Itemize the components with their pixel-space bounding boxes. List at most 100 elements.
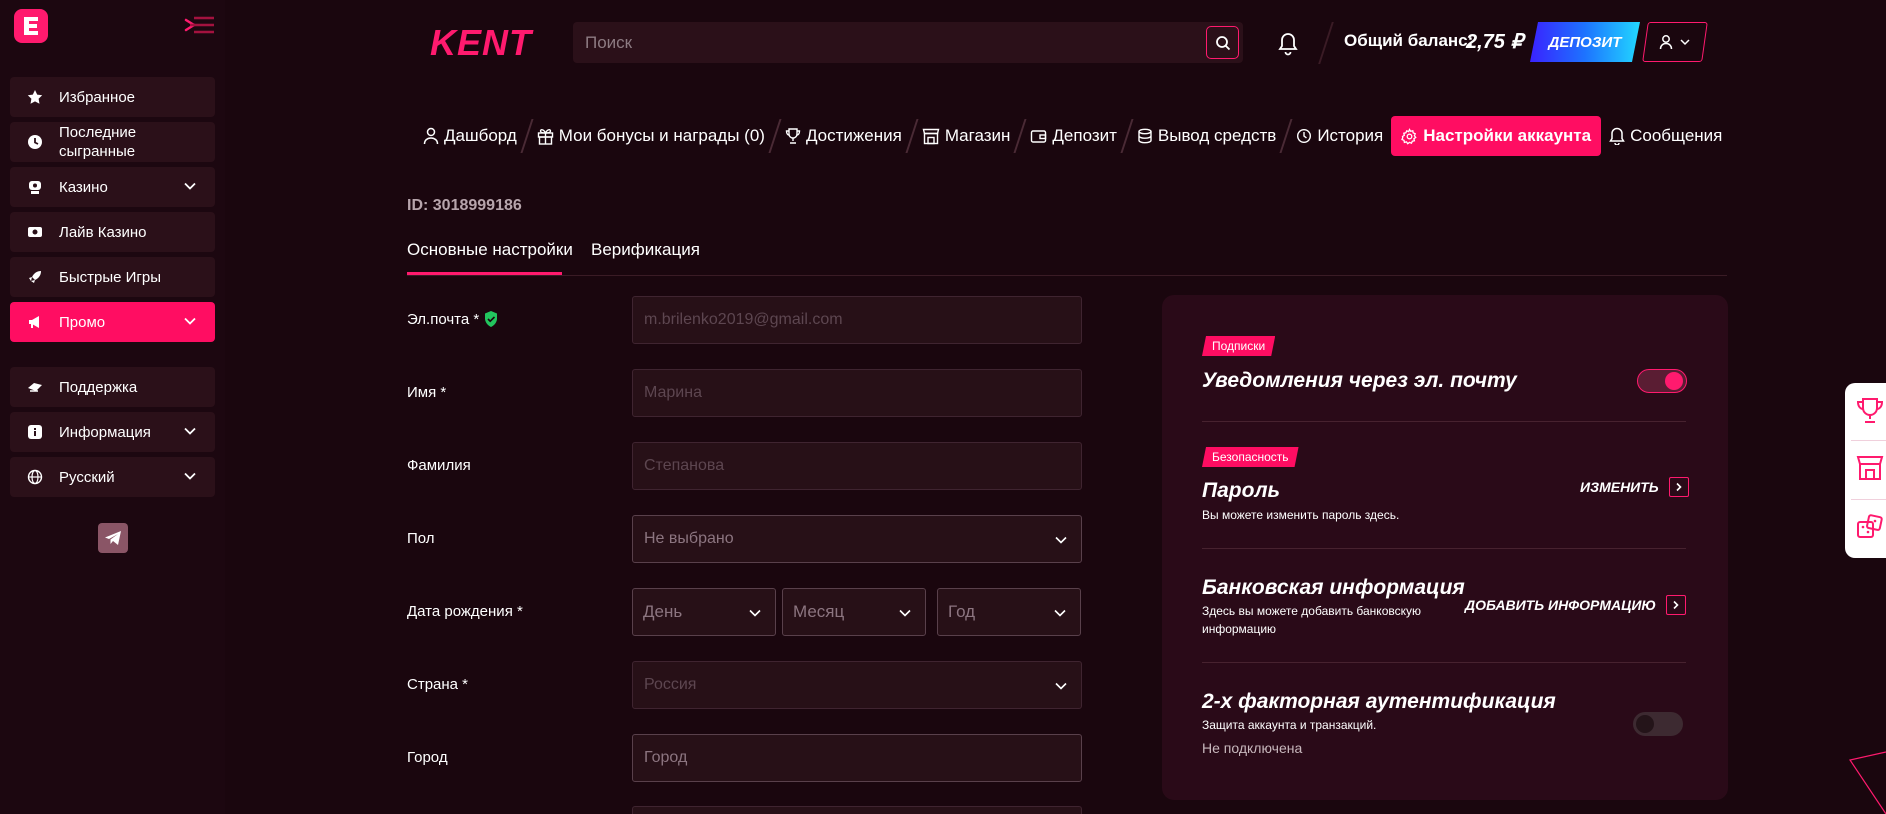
search-button[interactable]	[1206, 26, 1239, 59]
nav-label: Вывод средств	[1157, 126, 1277, 145]
gender-value: Не выбрано	[644, 530, 734, 547]
city-label-text: Город	[407, 749, 448, 766]
star-icon	[26, 88, 44, 106]
password-title: Пароль	[1202, 479, 1280, 502]
nav-withdraw[interactable]: Вывод средств	[1129, 116, 1284, 156]
brand-logo[interactable]	[14, 9, 48, 43]
trophy-icon[interactable]	[1855, 395, 1885, 425]
telegram-icon	[105, 531, 121, 545]
security-badge-text: Безопасность	[1212, 450, 1289, 464]
city-field[interactable]: Город	[632, 734, 1082, 782]
sidebar-item-label: Быстрые Игры	[59, 268, 162, 286]
next-field-partial[interactable]	[632, 806, 1082, 814]
sidebar-item-label: Избранное	[59, 88, 136, 106]
country-label: Страна *	[407, 676, 468, 693]
notifications-bell-icon[interactable]	[1277, 32, 1299, 56]
nav-achievements[interactable]: Достижения	[777, 116, 910, 156]
wallet-icon	[1031, 130, 1047, 143]
toggle-knob	[1665, 372, 1683, 390]
trophy-icon	[785, 128, 801, 144]
chevron-right-icon	[1668, 477, 1689, 497]
first-name-field[interactable]: Марина	[632, 369, 1082, 417]
birth-day-select[interactable]: День	[632, 588, 776, 636]
tab-verification[interactable]: Верификация	[591, 240, 700, 260]
sidebar-item-casino[interactable]: Казино	[10, 167, 215, 207]
shop-icon	[922, 128, 940, 144]
sidebar-item-fast-games[interactable]: Быстрые Игры	[10, 257, 215, 297]
panel-divider	[1202, 548, 1686, 549]
gender-select[interactable]: Не выбрано	[632, 515, 1082, 563]
bank-info-title: Банковская информация	[1202, 576, 1465, 599]
sidebar-item-support[interactable]: Поддержка	[10, 367, 215, 407]
gear-icon	[1401, 127, 1417, 145]
sidebar-item-recent[interactable]: Последние сыгранные	[10, 122, 215, 162]
last-name-label: Фамилия	[407, 457, 471, 474]
chevron-down-icon	[184, 472, 196, 480]
nav-label: Дашборд	[444, 126, 517, 145]
balance-value: 2,75 ₽	[1466, 31, 1524, 53]
dice-icon[interactable]	[1855, 512, 1885, 542]
email-value: m.brilenko2019@gmail.com	[644, 311, 843, 328]
nav-label: Депозит	[1052, 126, 1117, 145]
nav-messages[interactable]: Сообщения	[1601, 116, 1730, 156]
two-factor-status: Не подключена	[1202, 740, 1303, 756]
floating-divider	[1851, 440, 1886, 441]
kent-logo[interactable]: KENT	[430, 22, 542, 62]
search-input[interactable]	[573, 22, 1206, 63]
email-notifications-title: Уведомления через эл. почту	[1202, 369, 1517, 392]
birth-month-select[interactable]: Месяц	[782, 588, 926, 636]
city-placeholder: Город	[644, 749, 688, 766]
telegram-button[interactable]	[98, 523, 128, 553]
account-nav: Дашборд Мои бонусы и награды (0) Достиже…	[415, 116, 1730, 156]
chevron-down-icon	[1055, 682, 1067, 690]
tab-main-settings[interactable]: Основные настройки	[407, 240, 573, 260]
email-field[interactable]: m.brilenko2019@gmail.com	[632, 296, 1082, 344]
birth-date-label-text: Дата рождения *	[407, 603, 523, 620]
nav-history[interactable]: История	[1288, 116, 1391, 156]
nav-deposit[interactable]: Депозит	[1022, 116, 1125, 156]
sidebar-item-live-casino[interactable]: Лайв Казино	[10, 212, 215, 252]
last-name-field[interactable]: Степанова	[632, 442, 1082, 490]
collapse-menu-icon[interactable]	[184, 14, 216, 36]
two-factor-description: Защита аккаунта и транзакций.	[1202, 718, 1377, 732]
bank-info-description-1: Здесь вы можете добавить банковскую	[1202, 604, 1421, 618]
chevron-down-icon	[899, 609, 911, 617]
nav-dashboard[interactable]: Дашборд	[415, 116, 525, 156]
nav-bonuses[interactable]: Мои бонусы и награды (0)	[529, 116, 773, 156]
email-label-text: Эл.почта *	[407, 310, 480, 328]
user-icon	[1659, 35, 1673, 50]
nav-shop[interactable]: Магазин	[914, 116, 1019, 156]
live-casino-icon	[26, 223, 44, 241]
deposit-button[interactable]: ДЕПОЗИТ	[1530, 22, 1640, 62]
chevron-down-icon	[184, 317, 196, 325]
bell-icon	[1609, 127, 1625, 145]
user-menu-button[interactable]	[1642, 22, 1708, 62]
gift-icon	[537, 129, 553, 145]
birth-year-value: Год	[948, 602, 976, 621]
deposit-button-label: ДЕПОЗИТ	[1548, 33, 1622, 51]
header-divider	[1318, 22, 1334, 64]
chevron-down-icon	[749, 609, 761, 617]
sidebar-item-favorites[interactable]: Избранное	[10, 77, 215, 117]
sidebar-item-language[interactable]: Русский	[10, 457, 215, 497]
sidebar-item-info[interactable]: Информация	[10, 412, 215, 452]
shop-icon[interactable]	[1855, 453, 1885, 483]
decorative-corner	[1849, 751, 1886, 814]
birth-date-label: Дата рождения *	[407, 603, 523, 620]
support-icon	[26, 378, 44, 396]
country-select[interactable]: Россия	[632, 661, 1082, 709]
birth-year-select[interactable]: Год	[937, 588, 1081, 636]
last-name-value: Степанова	[644, 457, 725, 474]
nav-account-settings[interactable]: Настройки аккаунта	[1391, 116, 1602, 156]
brand-e-icon	[24, 17, 38, 35]
birth-month-value: Месяц	[793, 602, 845, 621]
change-password-button[interactable]: ИЗМЕНИТЬ	[1580, 477, 1689, 497]
sidebar-item-label: Последние сыгранные	[59, 124, 137, 160]
two-factor-toggle[interactable]	[1633, 712, 1683, 736]
history-icon	[1297, 128, 1312, 144]
add-bank-info-button[interactable]: ДОБАВИТЬ ИНФОРМАЦИЮ	[1465, 595, 1686, 615]
security-badge: Безопасность	[1202, 447, 1299, 467]
sidebar-item-promo[interactable]: Промо	[10, 302, 215, 342]
email-notifications-toggle[interactable]	[1637, 369, 1687, 393]
nav-label: Мои бонусы и награды (0)	[558, 126, 765, 145]
